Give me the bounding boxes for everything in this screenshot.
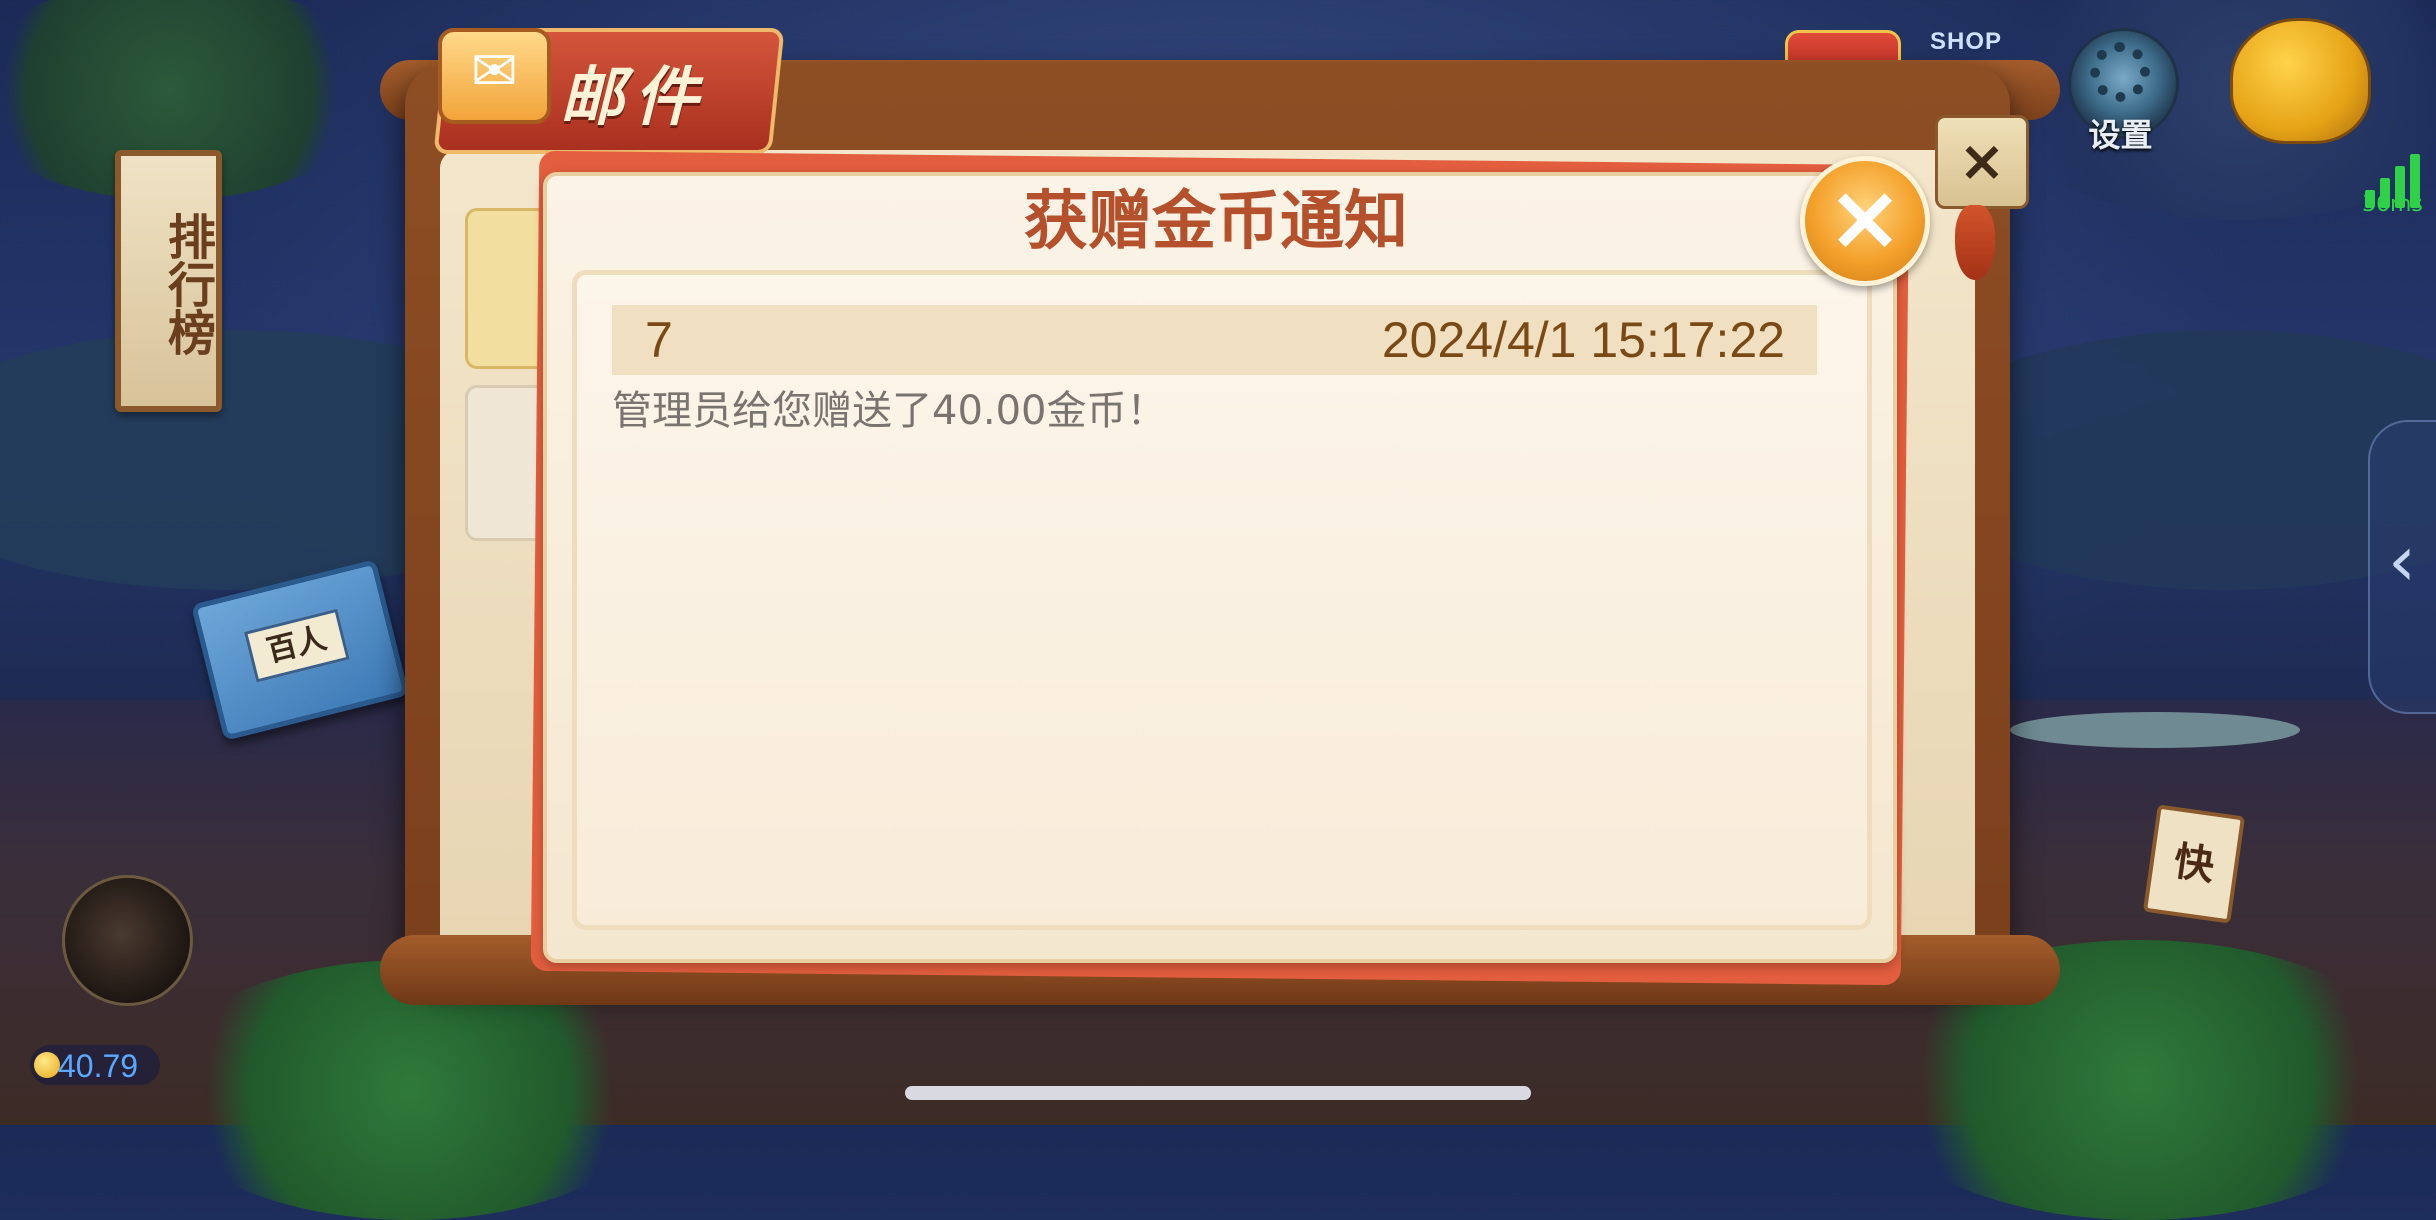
close-icon[interactable]: × xyxy=(1800,156,1930,286)
quick-tag[interactable]: 快 xyxy=(2142,804,2246,924)
mail-title: 邮件 xyxy=(560,60,708,135)
submarine-icon[interactable] xyxy=(2230,18,2371,144)
book-label: 百人 xyxy=(243,608,350,683)
dialog-title: 获赠金币通知 xyxy=(1024,185,1408,259)
lantern-tassel xyxy=(1955,205,1995,280)
ranking-sign[interactable]: 排行榜 xyxy=(115,150,222,412)
message-body: 管理员给您赠送了40.00金币！ xyxy=(612,388,1167,434)
close-icon: × xyxy=(1958,129,2006,194)
chevron-left-icon: ‹ xyxy=(2388,520,2416,602)
ping-readout: 36ms xyxy=(2362,192,2423,217)
coin-icon xyxy=(34,1052,60,1078)
mail-close-button[interactable]: × xyxy=(1935,115,2029,209)
quick-tag-label: 快 xyxy=(2170,837,2218,890)
message-date: 2024/4/1 15:17:22 xyxy=(1381,312,1785,368)
envelope-glyph: ✉ xyxy=(471,39,518,104)
home-indicator[interactable] xyxy=(905,1086,1531,1100)
coin-balance: 40.79 xyxy=(58,1048,139,1084)
gear-icon xyxy=(2090,42,2150,102)
shop-label: SHOP xyxy=(1930,28,2003,55)
message-id: 7 xyxy=(645,312,673,368)
envelope-icon: ✉ xyxy=(438,28,551,124)
ranking-sign-label: 排行榜 xyxy=(159,212,215,356)
settings-label: 设置 xyxy=(2088,116,2153,154)
side-table xyxy=(2010,712,2300,748)
avatar[interactable] xyxy=(62,875,193,1006)
